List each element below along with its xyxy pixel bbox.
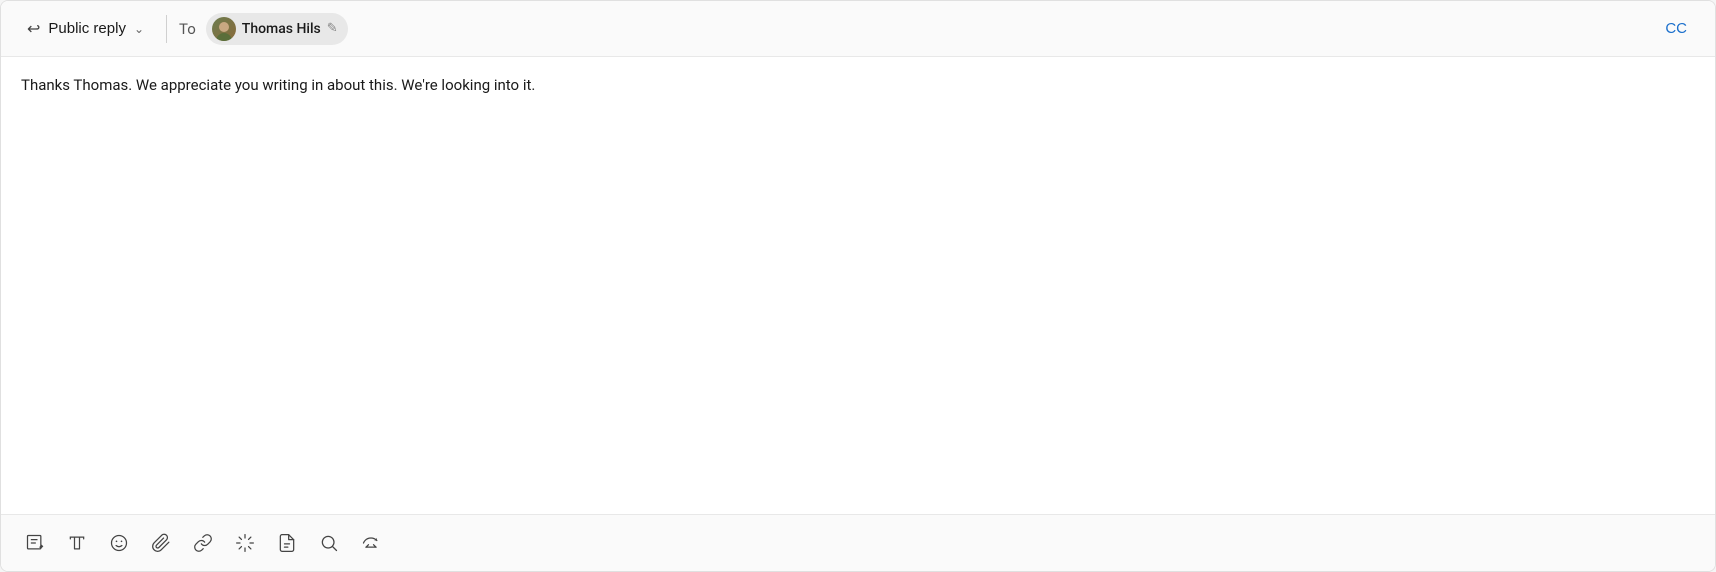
emoji-button[interactable]: [101, 525, 137, 561]
cc-button[interactable]: CC: [1657, 16, 1695, 41]
recipient-name: Thomas Hils: [242, 21, 321, 37]
reply-arrow-icon: ↩: [27, 19, 40, 39]
attach-button[interactable]: [143, 525, 179, 561]
ai-assist-button[interactable]: [227, 525, 263, 561]
message-area[interactable]: Thanks Thomas. We appreciate you writing…: [1, 57, 1715, 514]
ai-assist-icon: [235, 533, 255, 553]
clear-button[interactable]: [353, 525, 389, 561]
search-button[interactable]: [311, 525, 347, 561]
edit-icon: ✎: [327, 21, 338, 36]
avatar: [212, 17, 236, 41]
to-label: To: [179, 20, 196, 38]
compose-button[interactable]: [17, 525, 53, 561]
article-button[interactable]: [269, 525, 305, 561]
text-format-icon: [67, 533, 87, 553]
clear-icon: [361, 533, 381, 553]
recipient-chip[interactable]: Thomas Hils ✎: [206, 13, 348, 45]
top-toolbar: ↩ Public reply ⌄ To Thomas Hils ✎ CC: [1, 1, 1715, 57]
reply-type-button[interactable]: ↩ Public reply ⌄: [17, 13, 154, 45]
message-body: Thanks Thomas. We appreciate you writing…: [21, 73, 1695, 97]
search-icon: [319, 533, 339, 553]
attach-icon: [151, 533, 171, 553]
link-button[interactable]: [185, 525, 221, 561]
composer-container: ↩ Public reply ⌄ To Thomas Hils ✎ CC Tha…: [0, 0, 1716, 572]
link-icon: [193, 533, 213, 553]
reply-type-label: Public reply: [48, 20, 126, 37]
chevron-down-icon: ⌄: [134, 22, 144, 36]
emoji-icon: [109, 533, 129, 553]
bottom-toolbar: [1, 514, 1715, 571]
article-icon: [277, 533, 297, 553]
text-format-button[interactable]: [59, 525, 95, 561]
vertical-divider: [166, 15, 167, 43]
compose-icon: [25, 533, 45, 553]
